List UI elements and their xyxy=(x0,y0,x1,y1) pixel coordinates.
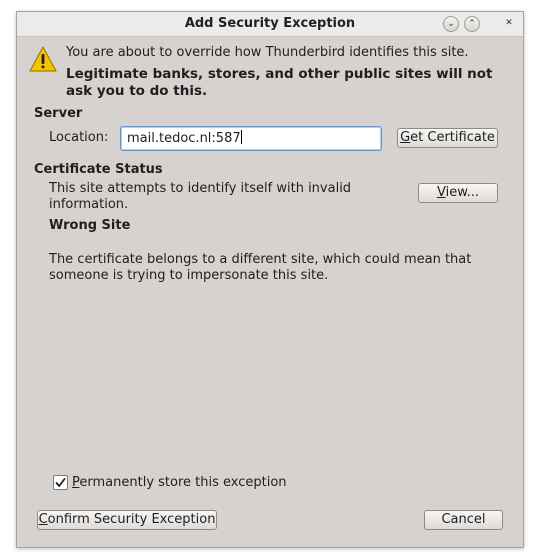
confirm-security-exception-button[interactable]: Confirm Security Exception xyxy=(37,510,217,530)
server-heading: Server xyxy=(34,106,83,121)
problem-description-line-1: The certificate belongs to a different s… xyxy=(49,252,472,267)
add-security-exception-dialog: Add Security Exception ⌄ ⌃ ✕ You are abo… xyxy=(16,11,524,548)
cancel-button[interactable]: Cancel xyxy=(424,510,503,530)
maximize-button[interactable]: ⌃ xyxy=(464,16,480,32)
certificate-status-heading: Certificate Status xyxy=(34,162,163,177)
get-certificate-button[interactable]: Get Certificate xyxy=(397,128,498,148)
view-certificate-button[interactable]: View... xyxy=(418,183,498,203)
location-value: mail.tedoc.nl:587 xyxy=(127,131,241,146)
certificate-description-line-1: This site attempts to identify itself wi… xyxy=(49,181,352,196)
location-input[interactable]: mail.tedoc.nl:587 xyxy=(120,126,382,151)
certificate-description-line-2: information. xyxy=(49,197,129,212)
checkmark-icon xyxy=(55,478,66,487)
problem-description-line-2: someone is trying to impersonate this si… xyxy=(49,268,329,283)
text-caret xyxy=(240,130,242,144)
location-label: Location: xyxy=(49,130,109,145)
minimize-button[interactable]: ⌄ xyxy=(443,16,459,32)
warning-emphasis-line-2: ask you to do this. xyxy=(66,83,208,99)
warning-icon xyxy=(29,46,57,76)
warning-text: You are about to override how Thunderbir… xyxy=(66,45,469,60)
permanent-store-label[interactable]: Permanently store this exception xyxy=(72,475,287,490)
permanent-store-checkbox[interactable] xyxy=(53,475,68,490)
problem-title: Wrong Site xyxy=(49,218,131,233)
title-bar[interactable]: Add Security Exception ⌄ ⌃ ✕ xyxy=(17,12,523,37)
warning-emphasis-line-1: Legitimate banks, stores, and other publ… xyxy=(66,66,493,82)
close-button[interactable]: ✕ xyxy=(501,16,517,32)
